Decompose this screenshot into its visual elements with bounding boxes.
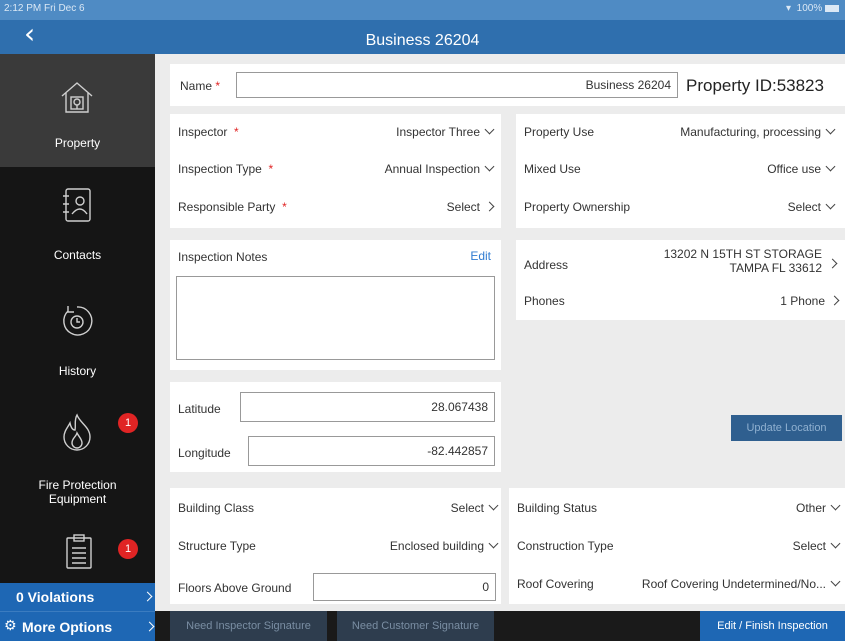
property-use-field[interactable]: Property Use Manufacturing, processing — [524, 124, 836, 145]
sidebar-item-label: Contacts — [53, 248, 102, 262]
building-fields: Building Class Select Structure Type Enc… — [170, 488, 501, 604]
battery-icon — [825, 4, 839, 12]
name-label: Name * — [180, 79, 221, 93]
inspector-field[interactable]: Inspector * Inspector Three — [178, 124, 495, 145]
chevron-down-icon — [825, 161, 836, 172]
latitude-label: Latitude — [178, 402, 221, 416]
structure-type-field[interactable]: Structure Type Enclosed building — [178, 538, 499, 559]
property-ownership-field[interactable]: Property Ownership Select — [524, 199, 836, 220]
gear-icon: ⚙ — [4, 618, 17, 634]
sidebar-item-label: History — [58, 364, 97, 378]
chevron-down-icon — [830, 576, 841, 587]
edit-finish-inspection-button[interactable]: Edit / Finish Inspection — [700, 611, 845, 641]
violations-label: 0 Violations — [16, 589, 95, 605]
sidebar-item-property[interactable]: Property — [0, 54, 155, 167]
chevron-down-icon — [484, 161, 495, 172]
sidebar-item-fire-protection-equipment[interactable]: 1 Fire Protection Equipment — [0, 393, 155, 513]
inspection-notes-label: Inspection Notes — [178, 250, 268, 264]
history-icon — [63, 306, 93, 336]
sidebar-item-history[interactable]: History — [0, 280, 155, 393]
roof-covering-field[interactable]: Roof Covering Roof Covering Undetermined… — [517, 576, 841, 597]
inspection-type-field[interactable]: Inspection Type * Annual Inspection — [178, 161, 495, 182]
latitude-input[interactable]: 28.067438 — [240, 392, 495, 422]
sidebar-item-inspection[interactable]: 1 — [0, 513, 155, 583]
building-class-field[interactable]: Building Class Select — [178, 500, 499, 521]
customer-signature-button[interactable]: Need Customer Signature — [337, 611, 494, 641]
update-location-button[interactable]: Update Location — [731, 415, 842, 441]
status-bar: 2:12 PM Fri Dec 6 ▾ 100% — [0, 0, 845, 20]
contacts-icon — [63, 188, 91, 222]
floors-above-ground-label: Floors Above Ground — [178, 581, 292, 595]
chevron-down-icon — [488, 538, 499, 549]
responsible-party-field[interactable]: Responsible Party * Select — [178, 200, 495, 220]
notes-edit-link[interactable]: Edit — [470, 249, 491, 263]
clipboard-icon — [66, 534, 92, 569]
inspection-fields: Inspector * Inspector Three Inspection T… — [170, 114, 501, 228]
notification-badge: 1 — [118, 539, 138, 559]
page-title: Business 26204 — [365, 32, 480, 49]
construction-type-field[interactable]: Construction Type Select — [517, 538, 841, 559]
chevron-down-icon — [825, 199, 836, 210]
more-options-label: More Options — [22, 619, 113, 635]
name-row: Name * Business 26204 Property ID:53823 — [170, 64, 845, 106]
chevron-down-icon — [484, 124, 495, 135]
location-card: Latitude 28.067438 Longitude -82.442857 — [170, 382, 501, 472]
chevron-right-icon — [829, 295, 840, 306]
mixed-use-field[interactable]: Mixed Use Office use — [524, 161, 836, 182]
longitude-label: Longitude — [178, 446, 231, 460]
chevron-down-icon — [825, 124, 836, 135]
chevron-right-icon — [144, 621, 155, 632]
notification-badge: 1 — [118, 413, 138, 433]
chevron-right-icon — [484, 201, 495, 212]
inspection-notes-card: Inspection Notes Edit — [170, 240, 501, 370]
sidebar-item-contacts[interactable]: Contacts — [0, 167, 155, 280]
inspection-notes-textarea[interactable] — [176, 276, 495, 360]
chevron-right-icon — [827, 258, 838, 269]
chevron-right-icon — [142, 591, 153, 602]
violations-button[interactable]: 0 Violations — [0, 583, 155, 611]
more-options-button[interactable]: ⚙ More Options — [0, 611, 155, 641]
chevron-down-icon — [488, 500, 499, 511]
status-time: 2:12 PM Fri Dec 6 — [4, 3, 85, 14]
floors-above-ground-input[interactable]: 0 — [313, 573, 496, 601]
sidebar-item-label: Property — [54, 136, 101, 150]
sidebar: Property Contacts History 1 Fire Protect… — [0, 54, 155, 641]
house-icon — [61, 82, 93, 113]
building-status-field[interactable]: Building Status Other — [517, 500, 841, 521]
name-input[interactable]: Business 26204 — [236, 72, 678, 98]
address-value: 13202 N 15TH ST STORAGE TAMPA FL 33612 — [663, 247, 822, 275]
longitude-input[interactable]: -82.442857 — [248, 436, 495, 466]
property-fields: Property Use Manufacturing, processing M… — [516, 114, 845, 228]
building-status-fields: Building Status Other Construction Type … — [509, 488, 845, 604]
inspector-signature-button[interactable]: Need Inspector Signature — [170, 611, 327, 641]
chevron-down-icon — [830, 500, 841, 511]
address-field[interactable]: Address 13202 N 15TH ST STORAGE TAMPA FL… — [524, 246, 838, 282]
contact-info-card: Address 13202 N 15TH ST STORAGE TAMPA FL… — [516, 240, 845, 320]
battery-indicator: ▾ 100% — [786, 3, 839, 14]
chevron-down-icon — [830, 538, 841, 549]
phones-field[interactable]: Phones 1 Phone — [524, 294, 840, 314]
flame-icon — [63, 413, 91, 451]
property-id: Property ID:53823 — [686, 76, 824, 95]
sidebar-item-label: Fire Protection Equipment — [38, 478, 117, 506]
